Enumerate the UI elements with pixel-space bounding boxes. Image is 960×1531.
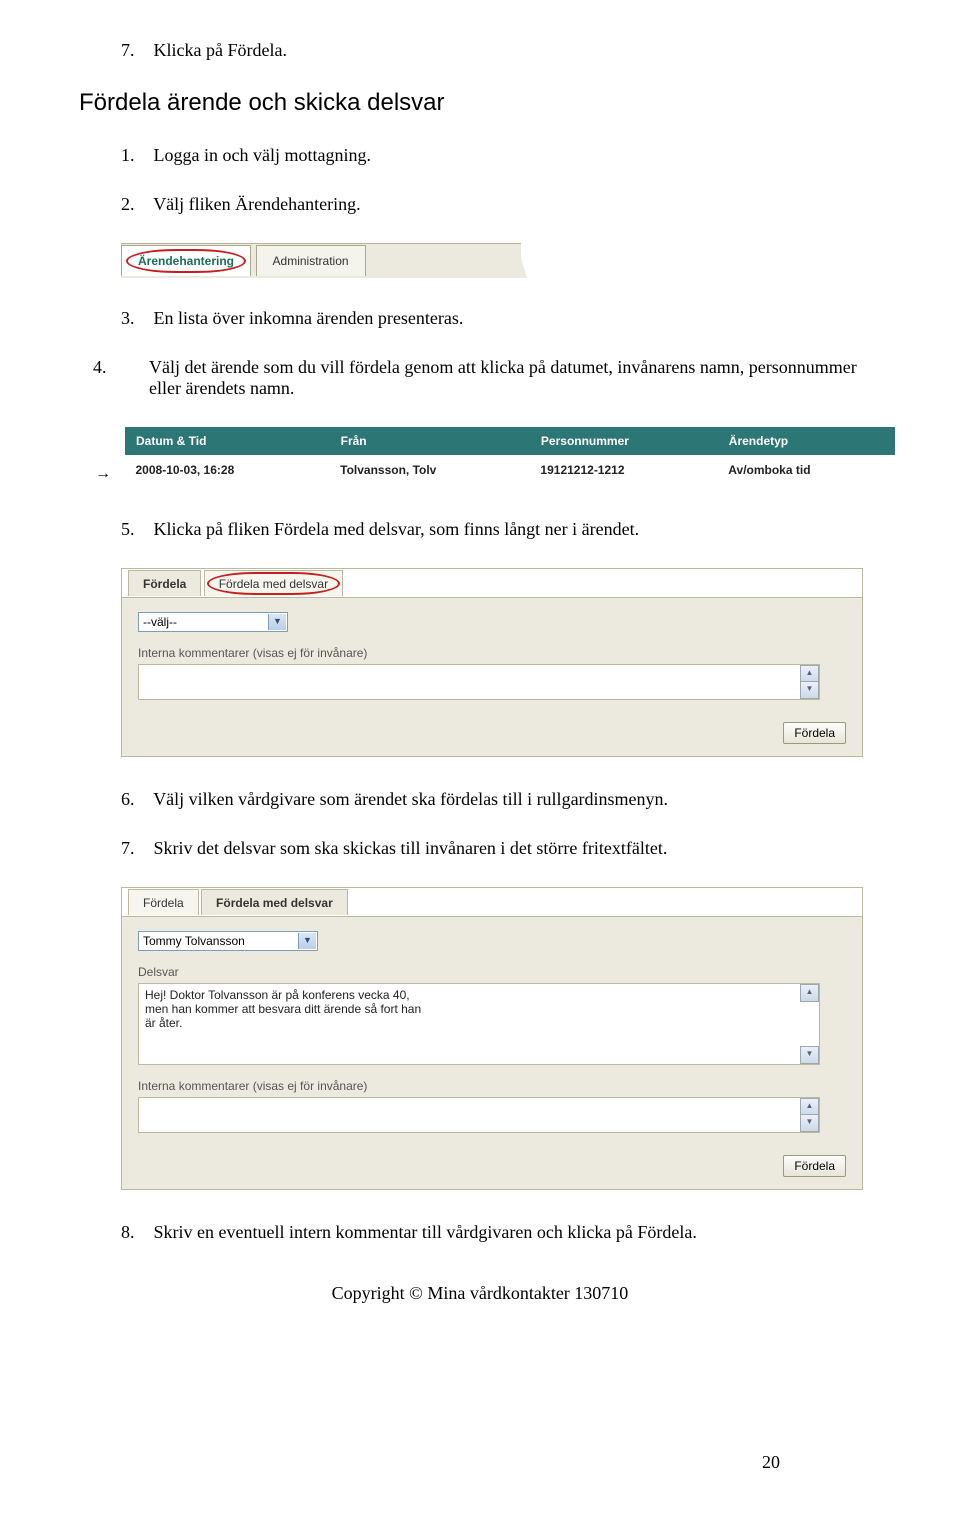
fordela-button[interactable]: Fördela <box>783 1155 846 1177</box>
col-datum-tid[interactable]: Datum & Tid <box>126 428 331 455</box>
step-6: 6. Välj vilken vårdgivare som ärendet sk… <box>121 789 875 810</box>
tab-label: Administration <box>273 254 349 268</box>
step-number: 1. <box>121 145 149 166</box>
delsvar-text: Hej! Doktor Tolvansson är på konferens v… <box>139 984 819 1034</box>
step-4: 4.Välj det ärende som du vill fördela ge… <box>121 357 875 399</box>
screenshot-fordela-panel-2: Fördela Fördela med delsvar Tommy Tolvan… <box>121 887 863 1190</box>
cell-datum: 2008-10-03, 16:28 <box>126 455 331 486</box>
panel-tabs: Fördela Fördela med delsvar <box>122 888 862 917</box>
internal-comment-textarea[interactable]: ▲ ▼ <box>138 664 820 700</box>
step-5: 5. Klicka på fliken Fördela med delsvar,… <box>121 519 875 540</box>
step-2: 2. Välj fliken Ärendehantering. <box>121 194 875 215</box>
col-arendetyp[interactable]: Ärendetyp <box>718 428 894 455</box>
step-text: Skriv det delsvar som ska skickas till i… <box>154 838 668 858</box>
tab-administration[interactable]: Administration <box>256 245 366 276</box>
scroll-down-icon[interactable]: ▼ <box>800 1114 819 1132</box>
step-number: 3. <box>121 308 149 329</box>
step-text: En lista över inkomna ärenden presentera… <box>154 308 464 328</box>
delsvar-label: Delsvar <box>138 965 846 979</box>
screenshot-table: → Datum & Tid Från Personnummer Ärendety… <box>97 427 875 485</box>
col-fran[interactable]: Från <box>330 428 530 455</box>
tab-fordela[interactable]: Fördela <box>128 570 201 596</box>
page-number: 20 <box>762 1452 780 1473</box>
step-3: 3. En lista över inkomna ärenden present… <box>121 308 875 329</box>
screenshot-fordela-panel-1: Fördela Fördela med delsvar --välj-- ▼ I… <box>121 568 863 757</box>
step-number: 6. <box>121 789 149 810</box>
step-8: 8. Skriv en eventuell intern kommentar t… <box>121 1222 875 1243</box>
step-text: Välj vilken vårdgivare som ärendet ska f… <box>153 789 668 809</box>
step-1: 1. Logga in och välj mottagning. <box>121 145 875 166</box>
table-row[interactable]: 2008-10-03, 16:28 Tolvansson, Tolv 19121… <box>126 455 895 486</box>
internal-comment-textarea[interactable]: ▲ ▼ <box>138 1097 820 1133</box>
step-number: 4. <box>121 357 149 378</box>
internal-comment-label: Interna kommentarer (visas ej för invåna… <box>138 1079 846 1093</box>
scroll-up-icon[interactable]: ▲ <box>800 984 819 1002</box>
cell-typ: Av/omboka tid <box>718 455 894 486</box>
tab-label: Fördela <box>143 577 186 591</box>
step-text: Skriv en eventuell intern kommentar till… <box>154 1222 697 1242</box>
step-text: Välj fliken Ärendehantering. <box>153 194 360 214</box>
tab-label: Fördela med delsvar <box>216 896 333 910</box>
footer-copyright: Copyright © Mina vårdkontakter 130710 <box>85 1283 875 1304</box>
caregiver-select[interactable]: Tommy Tolvansson ▼ <box>138 931 318 951</box>
step-7: 7. Skriv det delsvar som ska skickas til… <box>121 838 875 859</box>
step-7-top: 7. Klicka på Fördela. <box>121 40 875 61</box>
select-value: --välj-- <box>143 615 177 629</box>
tab-arendehantering[interactable]: Ärendehantering <box>121 245 251 276</box>
cell-fran: Tolvansson, Tolv <box>330 455 530 486</box>
step-number: 5. <box>121 519 149 540</box>
tab-fordela-med-delsvar[interactable]: Fördela med delsvar <box>201 889 348 915</box>
caregiver-select[interactable]: --välj-- ▼ <box>138 612 288 632</box>
tab-label: Fördela med delsvar <box>219 577 328 591</box>
step-number: 2. <box>121 194 149 215</box>
step-text: Klicka på Fördela. <box>154 40 287 60</box>
internal-comment-label: Interna kommentarer (visas ej för invåna… <box>138 646 846 660</box>
tab-label: Fördela <box>143 896 184 910</box>
select-value: Tommy Tolvansson <box>143 934 245 948</box>
step-text: Logga in och välj mottagning. <box>154 145 371 165</box>
chevron-down-icon: ▼ <box>268 614 286 630</box>
screenshot-tabs: Ärendehantering Administration <box>121 243 521 278</box>
cell-pnr: 19121212-1212 <box>530 455 718 486</box>
step-text: Välj det ärende som du vill fördela geno… <box>149 357 857 398</box>
col-personnummer[interactable]: Personnummer <box>530 428 718 455</box>
step-number: 7. <box>121 40 149 61</box>
table-header-row: Datum & Tid Från Personnummer Ärendetyp <box>126 428 895 455</box>
tab-fordela[interactable]: Fördela <box>128 889 199 915</box>
arrow-icon: → <box>95 465 109 483</box>
step-number: 8. <box>121 1222 149 1243</box>
errand-table: Datum & Tid Från Personnummer Ärendetyp … <box>125 427 895 485</box>
step-text: Klicka på fliken Fördela med delsvar, so… <box>154 519 640 539</box>
step-number: 7. <box>121 838 149 859</box>
scroll-down-icon[interactable]: ▼ <box>800 681 819 699</box>
section-heading: Fördela ärende och skicka delsvar <box>79 89 875 117</box>
panel-tabs: Fördela Fördela med delsvar <box>122 569 862 598</box>
delsvar-textarea[interactable]: Hej! Doktor Tolvansson är på konferens v… <box>138 983 820 1065</box>
tab-fordela-med-delsvar[interactable]: Fördela med delsvar <box>204 570 343 596</box>
tab-label: Ärendehantering <box>138 254 234 268</box>
chevron-down-icon: ▼ <box>298 933 316 949</box>
scroll-down-icon[interactable]: ▼ <box>800 1046 819 1064</box>
fordela-button[interactable]: Fördela <box>783 722 846 744</box>
